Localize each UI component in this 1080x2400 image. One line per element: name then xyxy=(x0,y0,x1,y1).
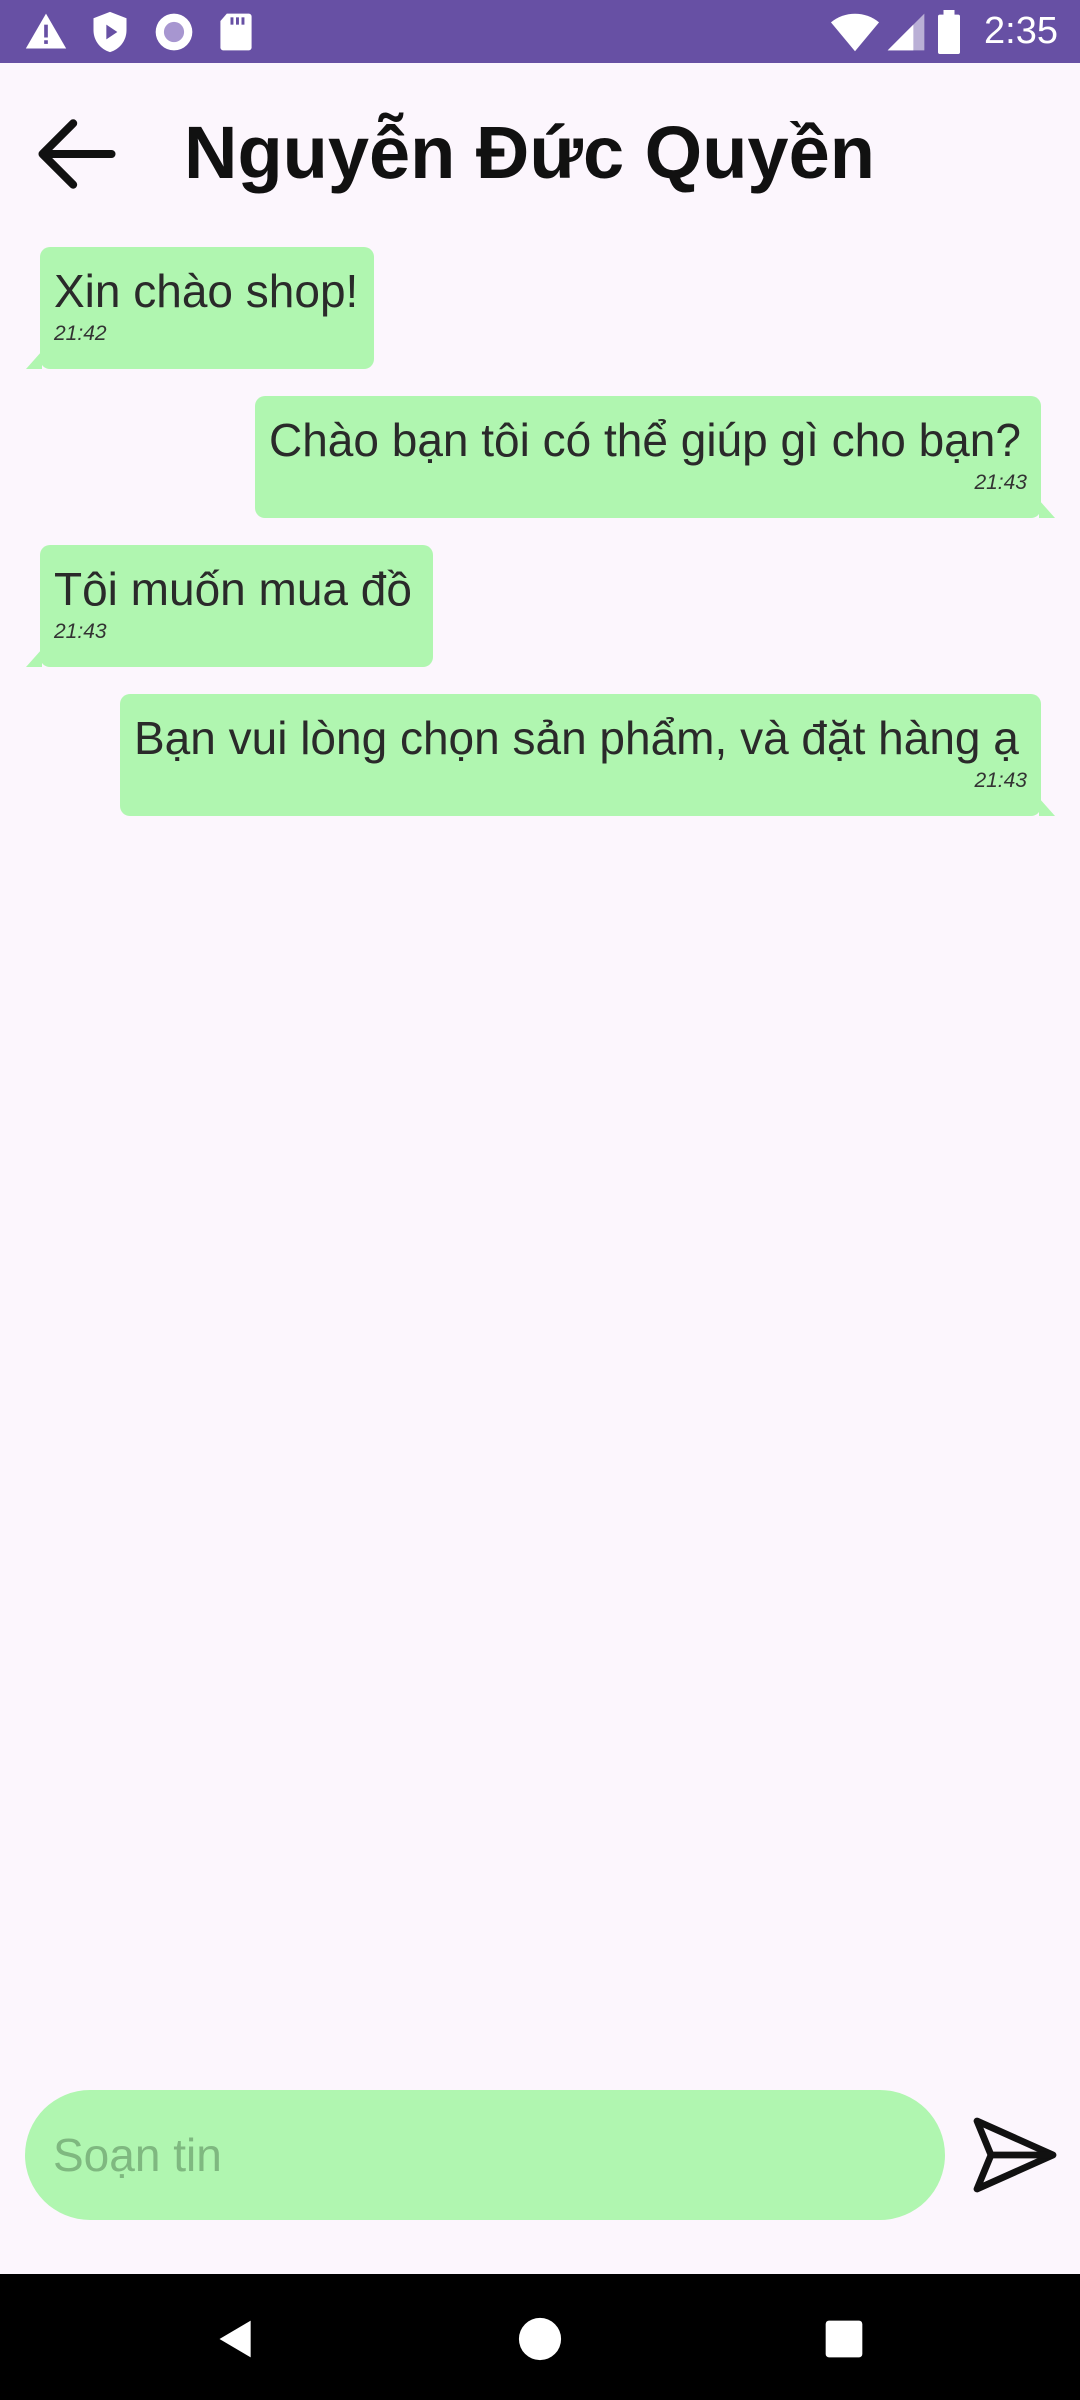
message-text: Tôi muốn mua đồ xyxy=(54,563,412,615)
app-bar: Nguyễn Đức Quyền xyxy=(0,63,1080,233)
bubble-tail xyxy=(26,649,42,667)
recents-square-icon xyxy=(825,2320,863,2358)
send-icon xyxy=(973,2117,1057,2193)
page-title: Nguyễn Đức Quyền xyxy=(184,111,875,194)
message-text: Xin chào shop! xyxy=(54,265,359,317)
back-button[interactable] xyxy=(22,99,132,209)
bubble-tail xyxy=(1039,798,1055,816)
message-text: Chào bạn tôi có thể giúp gì cho bạn? xyxy=(269,414,1021,466)
nav-back-button[interactable] xyxy=(196,2299,276,2379)
message-bubble[interactable]: Xin chào shop! 21:42 xyxy=(26,247,374,369)
status-bar: 2:35 xyxy=(0,0,1080,63)
bubble-tail xyxy=(1039,500,1055,518)
shield-play-icon xyxy=(88,10,132,54)
message-time: 21:42 xyxy=(54,322,107,345)
message-text: Bạn vui lòng chọn sản phẩm, và đặt hàng … xyxy=(134,712,1019,764)
warning-icon xyxy=(24,10,68,54)
message-bubble[interactable]: Chào bạn tôi có thể giúp gì cho bạn? 21:… xyxy=(255,396,1055,518)
message-bubble[interactable]: Bạn vui lòng chọn sản phẩm, và đặt hàng … xyxy=(120,694,1055,816)
sd-card-icon xyxy=(214,10,258,54)
circle-record-icon xyxy=(152,10,196,54)
status-time: 2:35 xyxy=(984,10,1058,52)
message-time: 21:43 xyxy=(54,620,107,643)
message-list: Xin chào shop! 21:42 Chào bạn tôi có thể… xyxy=(0,233,1080,2063)
message-time: 21:43 xyxy=(974,769,1027,792)
wifi-icon xyxy=(830,10,880,54)
nav-recents-button[interactable] xyxy=(804,2299,884,2379)
arrow-left-icon xyxy=(38,119,116,189)
nav-home-button[interactable] xyxy=(500,2299,580,2379)
message-time: 21:43 xyxy=(974,471,1027,494)
message-input[interactable] xyxy=(25,2090,945,2220)
battery-icon xyxy=(934,10,978,54)
home-circle-icon xyxy=(518,2317,562,2361)
signal-icon xyxy=(884,10,928,54)
message-bubble[interactable]: Tôi muốn mua đồ 21:43 xyxy=(26,545,433,667)
navigation-bar xyxy=(0,2274,1080,2400)
bubble-tail xyxy=(26,351,42,369)
back-triangle-icon xyxy=(219,2320,251,2358)
send-button[interactable] xyxy=(960,2100,1070,2210)
